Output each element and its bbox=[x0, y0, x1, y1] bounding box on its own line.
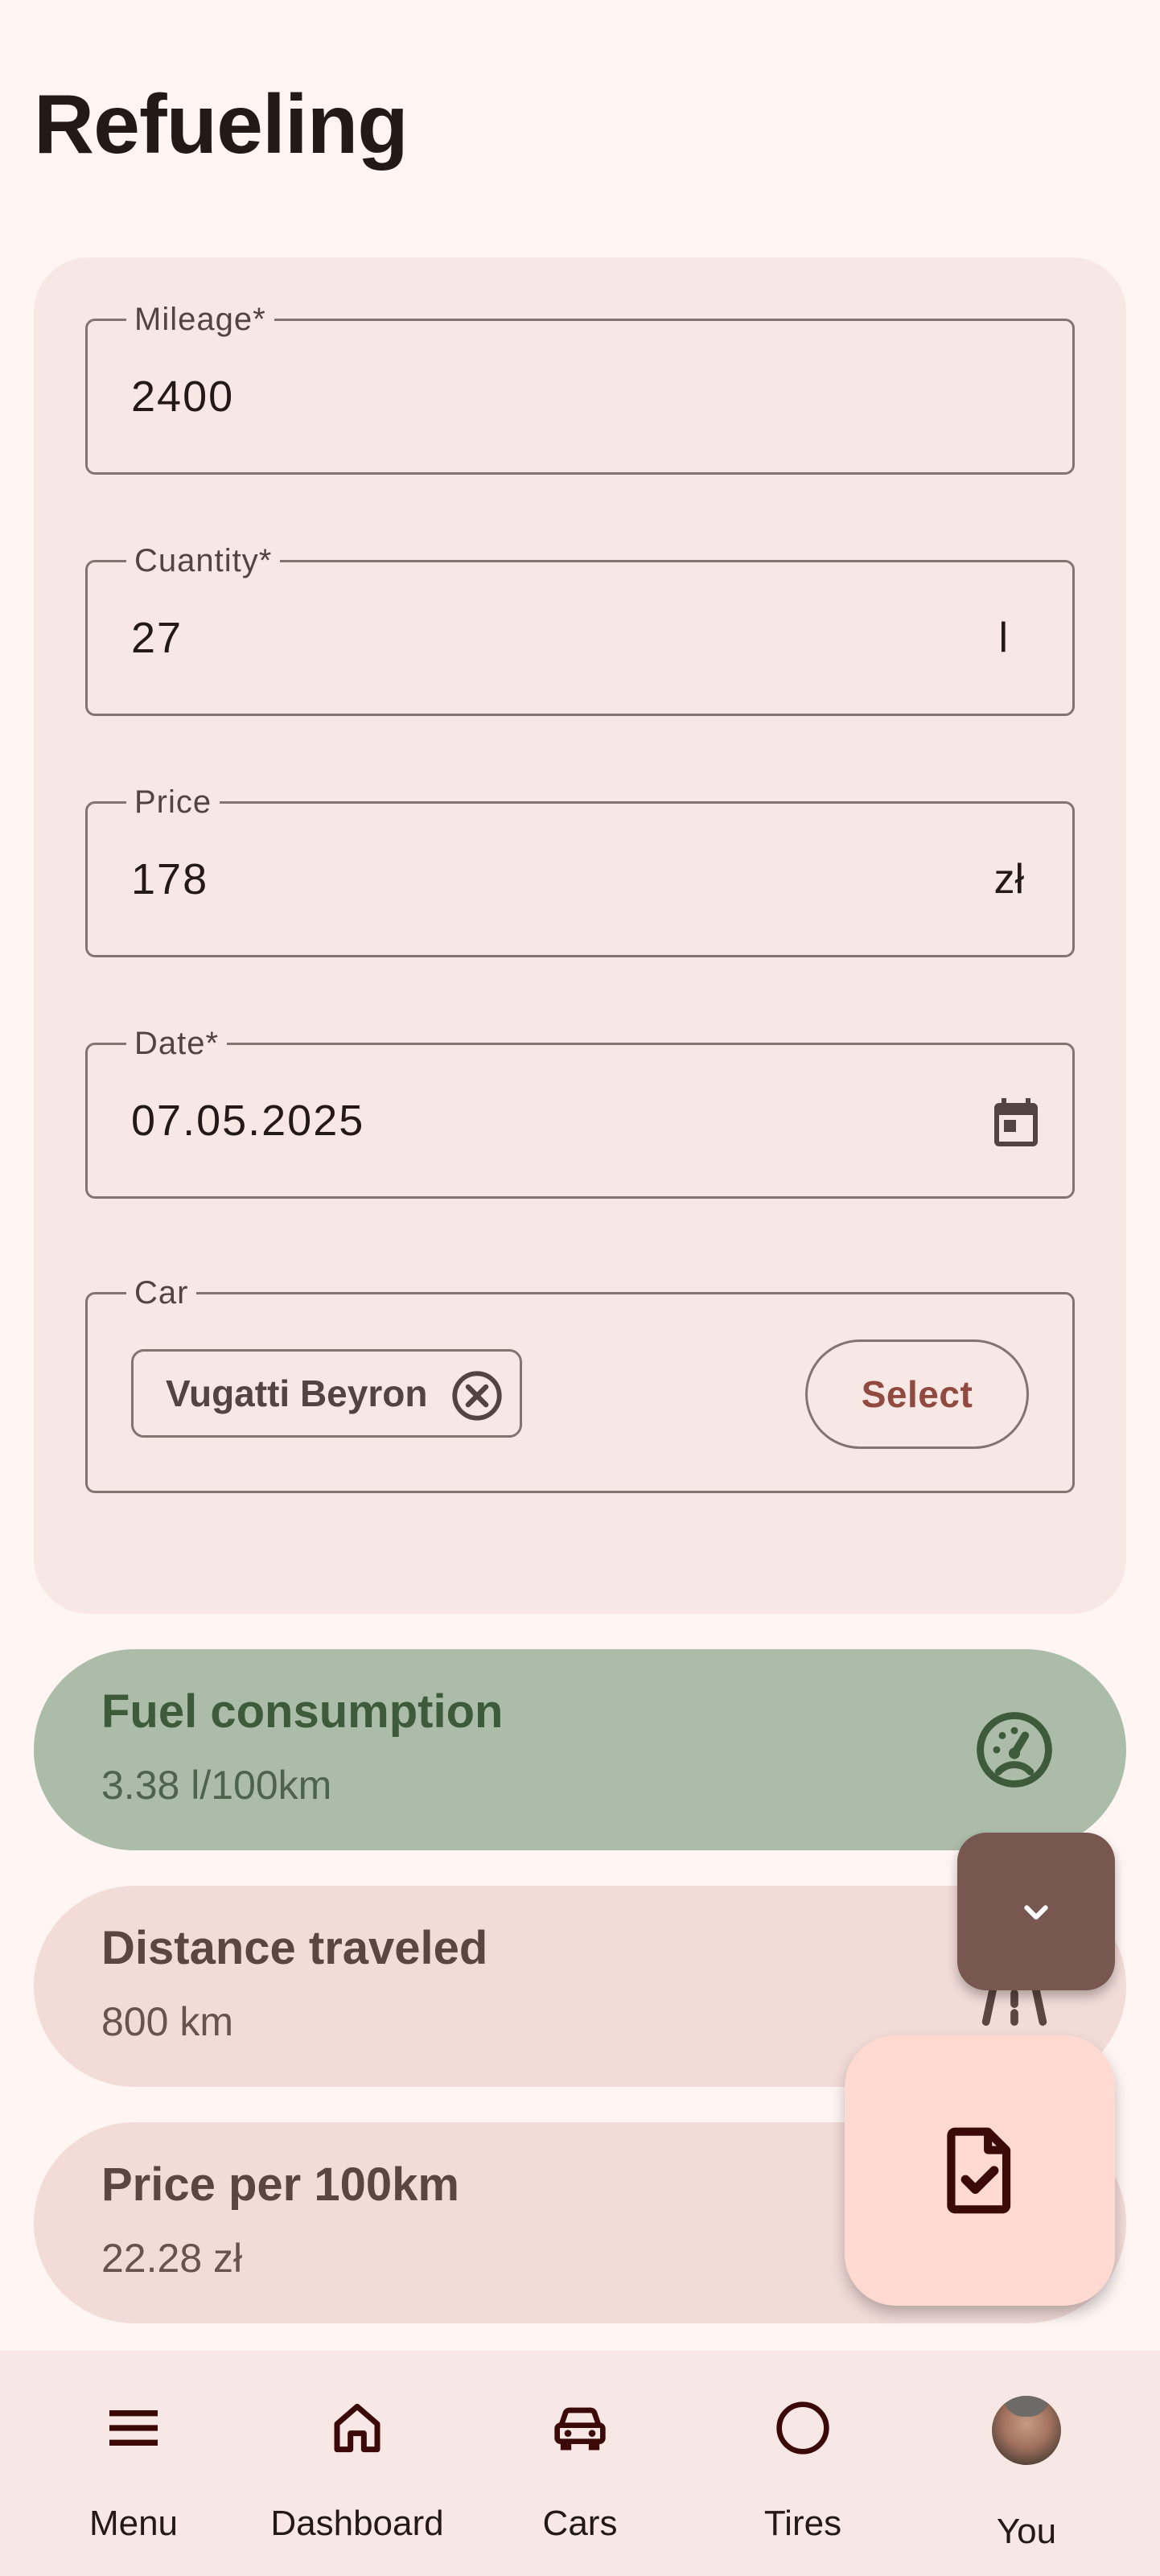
circle-icon bbox=[776, 2401, 829, 2455]
quantity-unit: l bbox=[998, 615, 1008, 661]
nav-item-tires[interactable]: Tires bbox=[690, 2351, 915, 2576]
date-field[interactable]: Date* 07.05.2025 bbox=[85, 1024, 1075, 1199]
home-icon bbox=[334, 2403, 380, 2453]
price-currency: zł bbox=[993, 856, 1024, 903]
car-label: Car bbox=[126, 1274, 197, 1312]
save-refueling-button[interactable] bbox=[845, 2035, 1115, 2306]
calendar-icon[interactable] bbox=[987, 1092, 1045, 1153]
price-value: 178 bbox=[131, 855, 209, 903]
document-check-icon bbox=[947, 2127, 1011, 2214]
date-value: 07.05.2025 bbox=[131, 1097, 365, 1145]
page-title: Refueling bbox=[34, 78, 409, 171]
price-per-100km-title: Price per 100km bbox=[101, 2158, 459, 2211]
avatar bbox=[992, 2396, 1061, 2465]
mileage-field[interactable]: Mileage* 2400 bbox=[85, 300, 1075, 475]
price-field[interactable]: Price 178 zł bbox=[85, 783, 1075, 957]
mileage-value: 2400 bbox=[131, 372, 235, 421]
nav-item-menu[interactable]: Menu bbox=[21, 2351, 246, 2576]
nav-label-menu: Menu bbox=[88, 2504, 179, 2543]
nav-item-dashboard[interactable]: Dashboard bbox=[245, 2351, 470, 2576]
quantity-value: 27 bbox=[131, 614, 183, 662]
distance-traveled-title: Distance traveled bbox=[101, 1922, 488, 1974]
menu-icon bbox=[109, 2410, 158, 2446]
nav-item-you[interactable]: You bbox=[914, 2351, 1139, 2576]
select-car-label: Select bbox=[861, 1373, 973, 1415]
chevron-down-icon bbox=[1024, 1905, 1048, 1920]
bottom-navigation: Menu Dashboard Cars Tires You bbox=[0, 2351, 1160, 2576]
selected-car-chip[interactable]: Vugatti Beyron bbox=[131, 1349, 522, 1438]
nav-label-you: You bbox=[996, 2512, 1057, 2551]
fuel-consumption-title: Fuel consumption bbox=[101, 1685, 504, 1738]
refueling-screen: Refueling Mileage* 2400 Cuantity* 27 l P… bbox=[0, 0, 1160, 2576]
nav-item-cars[interactable]: Cars bbox=[467, 2351, 693, 2576]
car-field: Car Vugatti Beyron Select bbox=[85, 1274, 1075, 1493]
refueling-form: Mileage* 2400 Cuantity* 27 l Price 178 z… bbox=[34, 257, 1126, 1614]
select-car-button[interactable]: Select bbox=[805, 1339, 1029, 1449]
quantity-field[interactable]: Cuantity* 27 l bbox=[85, 541, 1075, 716]
fuel-consumption-card: Fuel consumption 3.38 l/100km bbox=[34, 1649, 1126, 1850]
price-per-100km-value: 22.28 zł bbox=[101, 2236, 243, 2281]
nav-label-tires: Tires bbox=[763, 2504, 842, 2543]
gauge-icon bbox=[977, 1712, 1052, 1788]
close-icon[interactable] bbox=[449, 1368, 505, 1424]
nav-label-cars: Cars bbox=[542, 2504, 618, 2543]
fuel-consumption-value: 3.38 l/100km bbox=[101, 1763, 332, 1808]
car-chip-label: Vugatti Beyron bbox=[166, 1372, 428, 1414]
car-icon bbox=[554, 2407, 606, 2450]
distance-traveled-value: 800 km bbox=[101, 1999, 233, 2044]
collapse-button[interactable] bbox=[957, 1833, 1115, 1990]
nav-label-dashboard: Dashboard bbox=[270, 2504, 444, 2543]
